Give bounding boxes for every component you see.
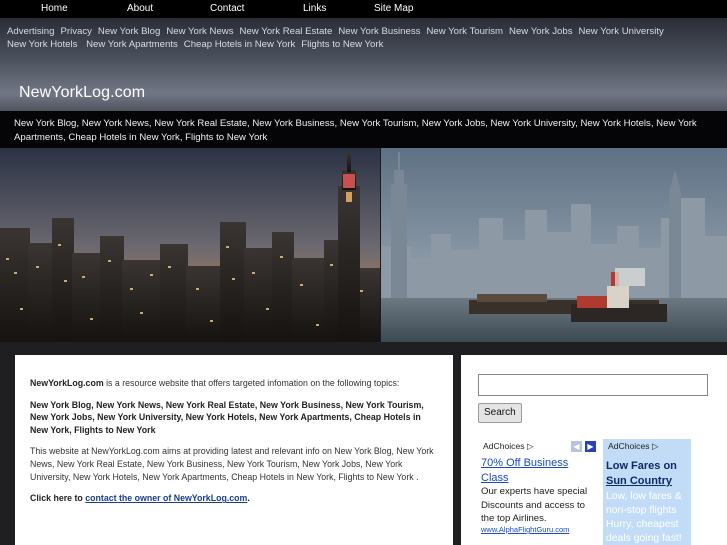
cat-link-blog[interactable]: New York Blog bbox=[98, 25, 160, 38]
ad2-title[interactable]: Low Fares on Sun Country bbox=[606, 459, 690, 489]
ad-url-link[interactable]: www.AlphaFlightGuru.com bbox=[481, 525, 569, 534]
main-content: NewYorkLog.com is a resource website tha… bbox=[15, 355, 453, 545]
cat-link-news[interactable]: New York News bbox=[166, 25, 233, 38]
nav-contact[interactable]: Contact bbox=[210, 3, 244, 14]
nav-links[interactable]: Links bbox=[303, 3, 326, 14]
next-ad-icon[interactable]: ▶ bbox=[585, 441, 596, 452]
sidebar: Search AdChoices ▷ ◀ ▶ 70% Off Business … bbox=[461, 355, 727, 545]
nav-about[interactable]: About bbox=[127, 3, 153, 14]
day-skyline-photo bbox=[381, 148, 727, 342]
ad-body: Our experts have special Discounts and a… bbox=[481, 486, 588, 524]
cat-link-university[interactable]: New York University bbox=[579, 25, 664, 38]
top-nav: Home About Contact Links Site Map bbox=[0, 0, 727, 18]
tagline: New York Blog, New York News, New York R… bbox=[0, 111, 727, 148]
prev-ad-icon[interactable]: ◀ bbox=[571, 441, 582, 452]
contact-paragraph: Click here to contact the owner of NewYo… bbox=[30, 493, 250, 504]
ad-block-sun-country[interactable]: AdChoices ▷ Low Fares on Sun Country Low,… bbox=[603, 439, 691, 545]
adchoices-icon: ▷ bbox=[526, 441, 534, 451]
cat-link-jobs[interactable]: New York Jobs bbox=[509, 25, 572, 38]
site-title[interactable]: NewYorkLog.com bbox=[19, 84, 145, 102]
intro-paragraph: NewYorkLog.com is a resource website tha… bbox=[30, 378, 400, 388]
ad-nav: ◀ ▶ bbox=[571, 441, 596, 452]
search-input[interactable] bbox=[478, 374, 708, 396]
ad-title-link[interactable]: 70% Off Business Class bbox=[481, 456, 591, 486]
category-links: Advertising Privacy New York Blog New York … bbox=[7, 25, 717, 51]
nav-home[interactable]: Home bbox=[41, 3, 68, 14]
cat-link-apartments[interactable]: New York Apartments bbox=[86, 38, 178, 51]
description-paragraph: This website at NewYorkLog.com aims at p… bbox=[30, 446, 434, 482]
contact-owner-link[interactable]: contact the owner of NewYorkLog.com bbox=[85, 493, 247, 503]
cat-link-tourism[interactable]: New York Tourism bbox=[426, 25, 503, 38]
cat-link-hotels[interactable]: New York Hotels bbox=[7, 38, 77, 51]
cat-link-real-estate[interactable]: New York Real Estate bbox=[240, 25, 333, 38]
nav-site-map[interactable]: Site Map bbox=[374, 3, 413, 14]
intro-site-name: NewYorkLog.com bbox=[30, 378, 104, 388]
adchoices-icon: ▷ bbox=[651, 441, 659, 451]
topics-paragraph: New York Blog, New York News, New York R… bbox=[30, 399, 424, 435]
adchoices-label[interactable]: AdChoices ▷ bbox=[608, 441, 659, 452]
adchoices-label[interactable]: AdChoices ▷ bbox=[483, 441, 534, 452]
cat-link-business[interactable]: New York Business bbox=[338, 25, 420, 38]
search-button[interactable]: Search bbox=[478, 403, 522, 423]
night-skyline-photo bbox=[0, 148, 380, 342]
header-photos bbox=[0, 148, 727, 342]
cat-link-cheap-hotels[interactable]: Cheap Hotels in New York bbox=[184, 38, 295, 51]
ad2-body: Low, low fares & non-stop flights Hurry,… bbox=[606, 491, 682, 544]
header: Advertising Privacy New York Blog New York … bbox=[0, 18, 727, 148]
cat-link-privacy[interactable]: Privacy bbox=[60, 25, 91, 38]
cat-link-advertising[interactable]: Advertising bbox=[7, 25, 54, 38]
cat-link-flights[interactable]: Flights to New York bbox=[301, 38, 383, 51]
